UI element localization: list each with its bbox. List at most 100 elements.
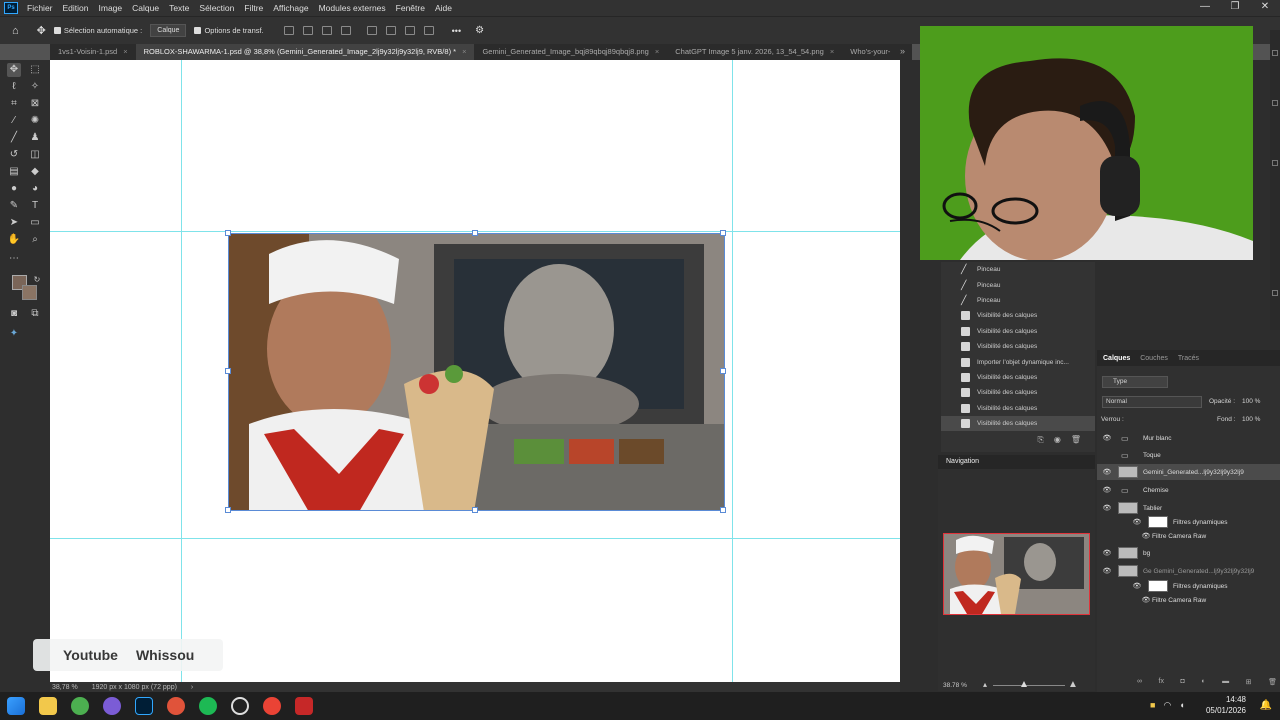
- chrome-profile-icon[interactable]: [263, 697, 281, 715]
- transform-handle[interactable]: [720, 230, 726, 236]
- history-item[interactable]: ╱ Pinceau: [941, 277, 1095, 292]
- panel-icon[interactable]: [1272, 290, 1278, 296]
- transform-handle[interactable]: [720, 507, 726, 513]
- zoom-tool-icon[interactable]: ⌕: [28, 233, 42, 247]
- close-tab-icon[interactable]: ×: [462, 44, 466, 60]
- zoom-out-icon[interactable]: ▴: [983, 680, 987, 689]
- vertical-guide[interactable]: [732, 60, 733, 682]
- background-color-swatch[interactable]: [22, 285, 37, 300]
- document-canvas[interactable]: [50, 60, 900, 682]
- close-tab-icon[interactable]: ×: [655, 44, 659, 60]
- more-tools-icon[interactable]: ⋯: [7, 252, 21, 266]
- move-tool-icon[interactable]: ✥: [7, 63, 21, 77]
- trash-icon[interactable]: 🗑: [1071, 435, 1081, 445]
- photoshop-taskbar-icon[interactable]: [135, 697, 153, 715]
- horizontal-guide[interactable]: [50, 538, 900, 539]
- eraser-icon[interactable]: ◫: [28, 148, 42, 162]
- tab-paths[interactable]: Tracés: [1178, 355, 1199, 362]
- zoom-readout[interactable]: 38,78 %: [52, 684, 78, 691]
- transform-handle[interactable]: [720, 368, 726, 374]
- trash-icon[interactable]: 🗑: [1268, 678, 1277, 688]
- zoom-in-icon[interactable]: ▲: [1068, 679, 1078, 690]
- tab-chatgpt-image[interactable]: ChatGPT Image 5 janv. 2026, 13_54_54.png…: [667, 44, 842, 60]
- layer-row[interactable]: 👁 ▭ Mur blanc: [1097, 430, 1280, 446]
- transform-handle[interactable]: [225, 507, 231, 513]
- link-layers-icon[interactable]: ∞: [1137, 678, 1142, 688]
- tab-whos-your[interactable]: Who's-your-: [842, 44, 898, 60]
- zoom-slider-track[interactable]: [993, 685, 1065, 686]
- menu-image[interactable]: Image: [94, 3, 128, 13]
- close-button[interactable]: ✕: [1250, 0, 1280, 16]
- crop-tool-icon[interactable]: ⌗: [7, 97, 21, 111]
- visibility-eye-icon[interactable]: 👁: [1140, 532, 1152, 540]
- generative-fill-icon[interactable]: ✦: [7, 327, 21, 341]
- visibility-eye-icon[interactable]: 👁: [1101, 549, 1113, 557]
- frame-tool-icon[interactable]: ⊠: [28, 97, 42, 111]
- home-icon[interactable]: ⌂: [12, 25, 19, 37]
- panel-icon[interactable]: [1272, 160, 1278, 166]
- notification-bell-icon[interactable]: 🔔: [1260, 700, 1272, 711]
- align-middle-icon[interactable]: [385, 26, 396, 35]
- visibility-eye-icon[interactable]: 👁: [1101, 434, 1113, 442]
- menu-file[interactable]: Fichier: [22, 3, 58, 13]
- camera-icon[interactable]: ◉: [1054, 435, 1061, 445]
- burn-tool-icon[interactable]: ◕: [28, 182, 42, 196]
- menu-help[interactable]: Aide: [430, 3, 457, 13]
- gradient-tool-icon[interactable]: ▤: [7, 165, 21, 179]
- network-icon[interactable]: ◠: [1163, 700, 1171, 711]
- history-item[interactable]: Visibilité des calques: [941, 324, 1095, 339]
- history-item[interactable]: Importer l'objet dynamique inc...: [941, 354, 1095, 369]
- volume-icon[interactable]: ◖: [1179, 700, 1184, 711]
- app-icon[interactable]: [103, 697, 121, 715]
- auto-select-dropdown[interactable]: Calque: [150, 24, 187, 37]
- transform-options-toggle[interactable]: Options de transf.: [194, 26, 264, 35]
- menu-view[interactable]: Affichage: [268, 3, 313, 13]
- tab-gemini-image[interactable]: Gemini_Generated_Image_bqj89qbqj89qbqj8.…: [474, 44, 667, 60]
- voicemod-icon[interactable]: [295, 697, 313, 715]
- visibility-eye-icon[interactable]: 👁: [1101, 504, 1113, 512]
- transform-handle[interactable]: [472, 507, 478, 513]
- magic-wand-icon[interactable]: ✧: [28, 80, 42, 94]
- align-bottom-icon[interactable]: [404, 26, 415, 35]
- opacity-value[interactable]: 100 %: [1242, 398, 1260, 405]
- tray-app-icon[interactable]: ■: [1150, 700, 1155, 711]
- layer-row[interactable]: 👁 ▭ Chemise: [1097, 482, 1280, 498]
- maximize-button[interactable]: ❐: [1220, 0, 1250, 16]
- shawarma-thumbnail-image[interactable]: [228, 233, 725, 511]
- transform-handle[interactable]: [472, 230, 478, 236]
- move-tool-icon[interactable]: ✥: [37, 24, 46, 37]
- align-center-icon[interactable]: [302, 26, 313, 35]
- file-explorer-icon[interactable]: [39, 697, 57, 715]
- obs-icon[interactable]: [231, 697, 249, 715]
- brave-icon[interactable]: [167, 697, 185, 715]
- visibility-eye-icon[interactable]: 👁: [1101, 486, 1113, 494]
- camera-raw-filter-row[interactable]: 👁 Filtre Camera Raw: [1097, 592, 1280, 608]
- history-brush-icon[interactable]: ↺: [7, 148, 21, 162]
- healing-brush-icon[interactable]: ✺: [28, 114, 42, 128]
- add-mask-icon[interactable]: ◘: [1181, 678, 1185, 688]
- spotify-icon[interactable]: [199, 697, 217, 715]
- screen-mode-icon[interactable]: ⧉: [28, 307, 42, 321]
- menu-text[interactable]: Texte: [164, 3, 194, 13]
- taskbar-clock[interactable]: 14:48 05/01/2026: [1206, 694, 1246, 716]
- dodge-tool-icon[interactable]: ●: [7, 182, 21, 196]
- distribute-vertical-icon[interactable]: [423, 26, 434, 35]
- panel-icon[interactable]: [1272, 50, 1278, 56]
- align-top-icon[interactable]: [366, 26, 377, 35]
- history-item[interactable]: Visibilité des calques: [941, 339, 1095, 354]
- menu-select[interactable]: Sélection: [194, 3, 239, 13]
- close-tab-icon[interactable]: ×: [123, 44, 127, 60]
- path-select-icon[interactable]: ➤: [7, 216, 21, 230]
- layer-row-selected[interactable]: 👁 Gemini_Generated...lj9y32lj9y32lj9: [1097, 464, 1280, 480]
- lasso-tool-icon[interactable]: ℓ: [7, 80, 21, 94]
- layer-row[interactable]: 👁 Ge Gemini_Generated...lj9y32lj9y32lj9: [1097, 563, 1280, 579]
- stamp-tool-icon[interactable]: ♟: [28, 131, 42, 145]
- menu-window[interactable]: Fenêtre: [391, 3, 430, 13]
- blend-mode-dropdown[interactable]: Normal: [1102, 396, 1202, 408]
- menu-edit[interactable]: Edition: [58, 3, 94, 13]
- hand-tool-icon[interactable]: ✋: [7, 233, 21, 247]
- blur-tool-icon[interactable]: ◆: [28, 165, 42, 179]
- visibility-eye-icon[interactable]: 👁: [1131, 582, 1143, 590]
- swap-colors-icon[interactable]: ↻: [30, 273, 44, 287]
- status-expand-icon[interactable]: ›: [191, 684, 193, 691]
